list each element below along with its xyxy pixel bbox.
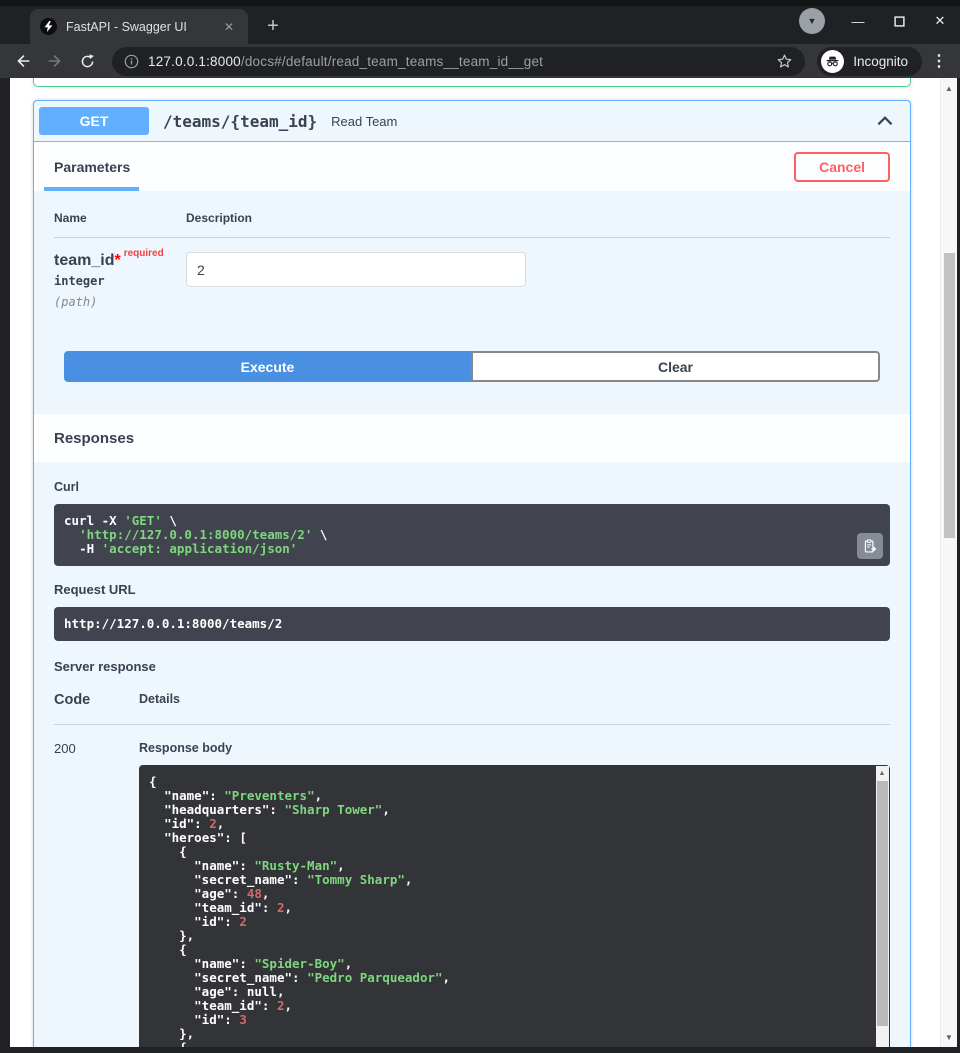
- param-location: (path): [54, 295, 186, 309]
- status-code: 200: [54, 741, 139, 1047]
- cancel-button[interactable]: Cancel: [794, 152, 890, 182]
- parameter-description-cell: [186, 252, 526, 309]
- window-controls: ▼ — ✕: [799, 8, 948, 34]
- clipboard-icon: [863, 539, 877, 554]
- curl-section: curl -X 'GET' \ 'http://127.0.0.1:8000/t…: [54, 504, 890, 566]
- responses-header: Responses: [34, 414, 910, 462]
- bookmark-star-icon[interactable]: [776, 53, 793, 70]
- execute-button[interactable]: Execute: [64, 351, 471, 382]
- collapse-chevron-icon[interactable]: [874, 110, 896, 132]
- titlebar: FastAPI - Swagger UI ✕ + ▼ — ✕: [0, 0, 960, 44]
- clear-button[interactable]: Clear: [471, 351, 880, 382]
- response-body-section: { "name": "Preventers", "headquarters": …: [139, 765, 890, 1047]
- incognito-badge: Incognito: [817, 47, 922, 76]
- response-scrollbar-thumb[interactable]: [877, 781, 888, 1026]
- page-scrollbar-thumb[interactable]: [944, 253, 955, 538]
- browser-window: FastAPI - Swagger UI ✕ + ▼ — ✕ 127.0.0.: [0, 0, 960, 1053]
- response-table-header: Code Details: [54, 692, 890, 725]
- fastapi-logo-icon: [40, 18, 57, 35]
- response-details-cell: Response body { "name": "Preventers", "h…: [139, 741, 890, 1047]
- response-scrollbar[interactable]: ▲: [876, 766, 889, 1047]
- maximize-button[interactable]: [891, 13, 907, 29]
- parameter-row: team_id*required integer (path): [54, 238, 890, 309]
- window-chevron-button[interactable]: ▼: [799, 8, 825, 34]
- execute-wrapper: Execute Clear: [34, 309, 910, 404]
- parameters-title: Parameters: [54, 159, 130, 175]
- code-column-header: Code: [54, 692, 139, 708]
- response-body-label: Response body: [139, 741, 890, 755]
- toolbar: 127.0.0.1:8000/docs#/default/read_team_t…: [0, 44, 960, 78]
- request-url-block: http://127.0.0.1:8000/teams/2: [54, 607, 890, 641]
- column-header-description: Description: [186, 211, 252, 225]
- tab-close-button[interactable]: ✕: [220, 18, 238, 36]
- url-text[interactable]: 127.0.0.1:8000/docs#/default/read_team_t…: [148, 54, 767, 69]
- incognito-icon: [821, 50, 844, 73]
- server-response-label: Server response: [54, 659, 890, 674]
- parameters-header: Parameters Cancel: [34, 142, 910, 191]
- page-info-icon[interactable]: [124, 54, 139, 69]
- incognito-label: Incognito: [853, 54, 908, 69]
- responses-section: Curl curl -X 'GET' \ 'http://127.0.0.1:8…: [34, 462, 910, 1047]
- parameter-meta: team_id*required integer (path): [54, 252, 186, 309]
- url-path: /docs#/default/read_team_teams__team_id_…: [241, 54, 543, 69]
- window-top-edge: [0, 0, 960, 6]
- response-row: 200 Response body { "name": "Preventers"…: [54, 725, 890, 1047]
- operation-path: /teams/{team_id}: [163, 112, 317, 131]
- reload-button[interactable]: [74, 48, 100, 74]
- request-url-label: Request URL: [54, 582, 890, 597]
- browser-tab[interactable]: FastAPI - Swagger UI ✕: [30, 9, 248, 44]
- method-badge: GET: [39, 107, 149, 135]
- responses-title: Responses: [54, 430, 134, 447]
- new-tab-button[interactable]: +: [260, 13, 286, 39]
- swagger-content: GET /teams/{team_id} Read Team Parameter…: [10, 78, 940, 1047]
- page-scrollbar[interactable]: ▲ ▼: [940, 78, 957, 1047]
- scroll-up-icon[interactable]: ▲: [876, 768, 888, 778]
- param-type: integer: [54, 274, 186, 288]
- required-asterisk: *: [114, 252, 120, 269]
- previous-operation-remnant: [33, 78, 911, 87]
- curl-command-block: curl -X 'GET' \ 'http://127.0.0.1:8000/t…: [54, 504, 890, 566]
- browser-menu-button[interactable]: ⋮: [928, 51, 950, 71]
- tab-title: FastAPI - Swagger UI: [66, 20, 211, 34]
- operation-header[interactable]: GET /teams/{team_id} Read Team: [34, 101, 910, 142]
- param-value-input[interactable]: [186, 252, 526, 287]
- forward-button[interactable]: [42, 48, 68, 74]
- param-name: team_id: [54, 252, 114, 269]
- back-button[interactable]: [10, 48, 36, 74]
- required-label: required: [121, 248, 164, 259]
- page-viewport: GET /teams/{team_id} Read Team Parameter…: [10, 78, 957, 1047]
- scroll-down-icon[interactable]: ▼: [941, 1030, 957, 1044]
- parameters-tab-underline: [44, 187, 139, 191]
- response-body-block: { "name": "Preventers", "headquarters": …: [139, 765, 890, 1047]
- curl-label: Curl: [54, 480, 890, 494]
- column-header-name: Name: [54, 211, 186, 225]
- close-button[interactable]: ✕: [932, 13, 948, 29]
- copy-to-clipboard-button[interactable]: [857, 533, 883, 559]
- scroll-up-icon[interactable]: ▲: [941, 81, 957, 95]
- operation-block-get: GET /teams/{team_id} Read Team Parameter…: [33, 100, 911, 1047]
- address-bar[interactable]: 127.0.0.1:8000/docs#/default/read_team_t…: [112, 47, 805, 76]
- minimize-button[interactable]: —: [850, 13, 866, 29]
- operation-summary: Read Team: [331, 114, 860, 129]
- details-column-header: Details: [139, 692, 180, 708]
- parameters-table: Name Description team_id*required intege…: [34, 191, 910, 309]
- url-host: 127.0.0.1:8000: [148, 54, 241, 69]
